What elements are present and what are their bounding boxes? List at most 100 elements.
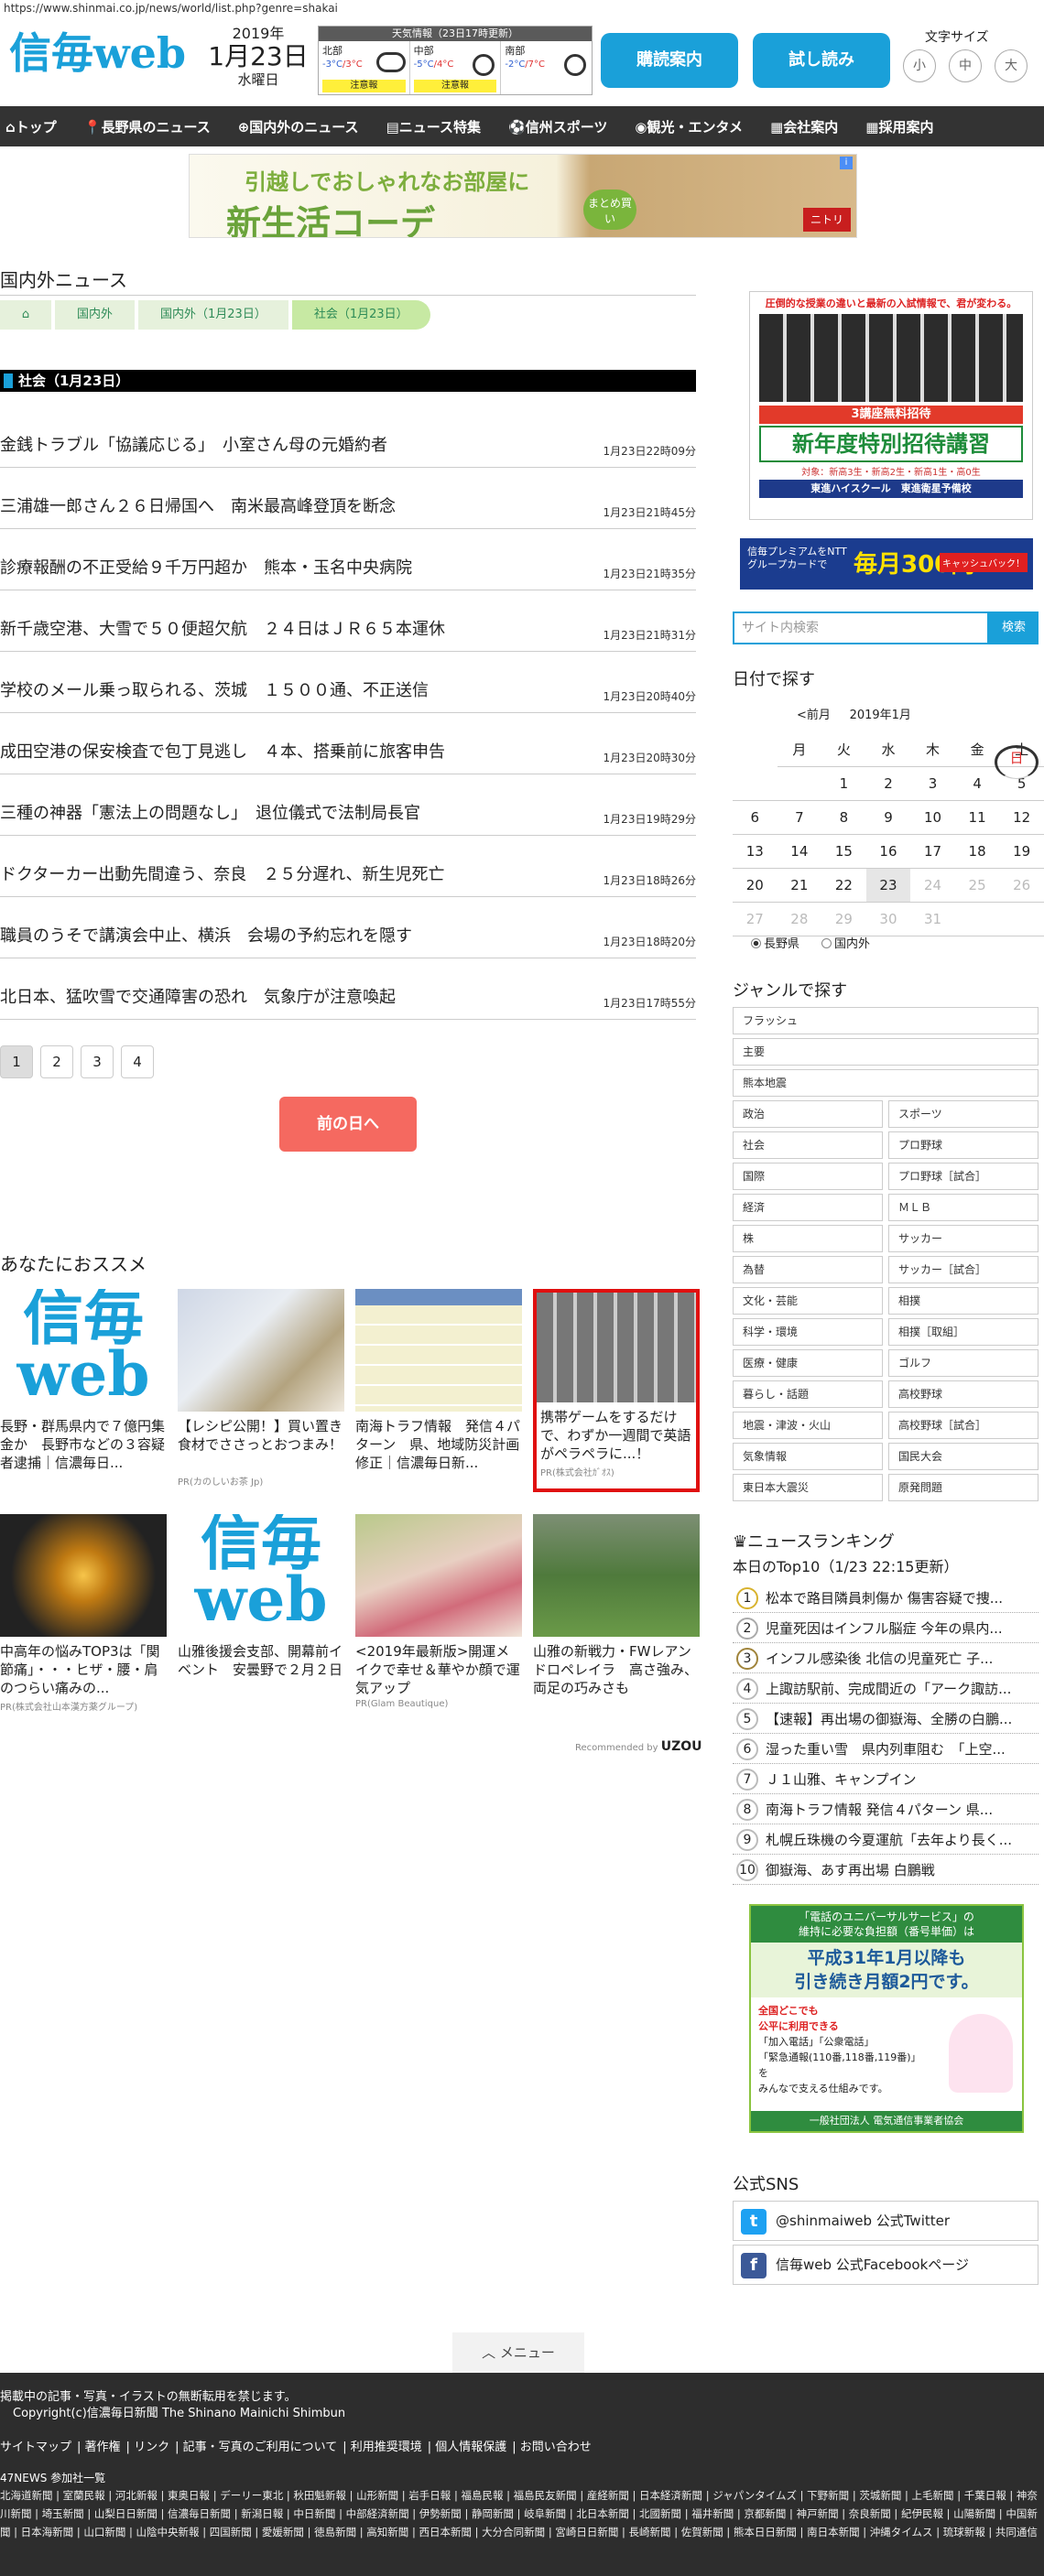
genre-link[interactable]: 文化・芸能 bbox=[733, 1287, 883, 1315]
radio-nagano[interactable]: 長野県 bbox=[751, 934, 799, 951]
genre-link[interactable]: 気象情報 bbox=[733, 1443, 883, 1470]
news-item[interactable]: 診療報酬の不正受給９千万円超か 熊本・玉名中央病院 1月23日21時35分 bbox=[0, 529, 696, 590]
news-title[interactable]: 学校のメール乗っ取られる、茨城 １５００通、不正送信 bbox=[0, 677, 429, 701]
ranking-title[interactable]: 上諏訪駅前、完成間近の「アーク諏訪... bbox=[766, 1674, 1011, 1703]
card-caption[interactable]: 山雅の新戦力・FWレアンドロペレイラ 高さ強み、両足の巧みさも bbox=[533, 1642, 700, 1697]
weather-widget[interactable]: 天気情報（23日17時更新） 北部 -3°C/3°C 注意報 中部 -5°C/4… bbox=[318, 26, 593, 95]
news-title[interactable]: 成田空港の保安検査で包丁見逃し ４本、搭乗前に旅客申告 bbox=[0, 739, 445, 763]
genre-link[interactable]: 株 bbox=[733, 1225, 883, 1252]
calendar-day[interactable]: 18 bbox=[954, 834, 1000, 869]
sidebar-ad-toshin[interactable]: 圧倒的な授業の違いと最新の入試情報で、君が変わる。 3講座無料招待 新年度特別招… bbox=[749, 291, 1033, 520]
card-caption[interactable]: 中高年の悩みTOP3は「関節痛」・・・ヒザ・腰・肩のつらい痛みの... bbox=[0, 1642, 167, 1697]
calendar-day[interactable]: 12 bbox=[999, 800, 1044, 835]
genre-link[interactable]: 地震・津波・火山 bbox=[733, 1412, 883, 1439]
genre-link[interactable]: ＭＬＢ bbox=[888, 1194, 1039, 1221]
facebook-link[interactable]: f 信毎web 公式Facebookページ bbox=[733, 2245, 1039, 2285]
banner-ad[interactable]: 引越しでおしゃれなお部屋に 新生活コーデ まとめ買い ニトリ i bbox=[189, 154, 857, 238]
calendar-day[interactable]: 8 bbox=[821, 800, 866, 835]
calendar-day[interactable]: 3 bbox=[910, 766, 955, 801]
genre-link[interactable]: プロ野球 bbox=[888, 1131, 1039, 1159]
site-search-input[interactable]: サイト内検索 bbox=[733, 612, 989, 644]
nav-nagano-news[interactable]: 📍長野県のニュース bbox=[84, 117, 211, 136]
nav-tourism[interactable]: ◉観光・エンタメ bbox=[635, 117, 743, 136]
genre-link[interactable]: 為替 bbox=[733, 1256, 883, 1283]
news-item[interactable]: 成田空港の保安検査で包丁見逃し ４本、搭乗前に旅客申告 1月23日20時30分 bbox=[0, 713, 696, 774]
news-title[interactable]: 新千歳空港、大雪で５０便超欠航 ２４日はＪＲ６５本運休 bbox=[0, 616, 445, 640]
recommend-card[interactable]: 山雅の新戦力・FWレアンドロペレイラ 高さ強み、両足の巧みさも bbox=[533, 1514, 700, 1725]
page-3[interactable]: 3 bbox=[81, 1045, 114, 1078]
calendar-day[interactable]: 20 bbox=[733, 868, 778, 903]
news-title[interactable]: 三種の神器「憲法上の問題なし」 退位儀式で法制局長官 bbox=[0, 800, 420, 824]
news-title[interactable]: 三浦雄一郎さん２６日帰国へ 南米最高峰登頂を断念 bbox=[0, 493, 396, 517]
recommended-by[interactable]: Recommended by UZOU bbox=[575, 1739, 702, 1754]
ranking-item[interactable]: 9 札幌丘珠機の今夏運航「去年より長く... bbox=[733, 1825, 1039, 1855]
breadcrumb-item[interactable]: 国内外（1月23日） bbox=[138, 300, 288, 330]
calendar-day[interactable]: 4 bbox=[954, 766, 1000, 801]
footer-link[interactable]: サイトマップ bbox=[0, 2441, 71, 2454]
genre-link[interactable]: 国際 bbox=[733, 1163, 883, 1190]
card-caption[interactable]: 【レシピ公開！】買い置き食材でささっとおつまみ！ bbox=[178, 1417, 344, 1472]
adchoices-icon[interactable]: i bbox=[840, 157, 853, 169]
genre-link[interactable]: サッカー bbox=[888, 1225, 1039, 1252]
news-item[interactable]: 新千歳空港、大雪で５０便超欠航 ２４日はＪＲ６５本運休 1月23日21時31分 bbox=[0, 590, 696, 652]
genre-link[interactable]: 高校野球［試合］ bbox=[888, 1412, 1039, 1439]
genre-link[interactable]: 社会 bbox=[733, 1131, 883, 1159]
genre-link[interactable]: 医療・健康 bbox=[733, 1349, 883, 1377]
sidebar-ad-premium[interactable]: 信毎プレミアムをNTTグループカードで 毎月300円 キャッシュバック！ bbox=[740, 538, 1033, 590]
card-caption[interactable]: 山雅後援会支部、開幕前イベント 安曇野で２月２日 bbox=[178, 1642, 344, 1697]
genre-link[interactable]: 熊本地震 bbox=[733, 1069, 1039, 1097]
calendar-day[interactable]: 1 bbox=[821, 766, 866, 801]
genre-link[interactable]: ゴルフ bbox=[888, 1349, 1039, 1377]
nav-features[interactable]: ▤ニュース特集 bbox=[386, 117, 481, 136]
ranking-title[interactable]: 松本で路目隣員刺傷か 傷害容疑で捜... bbox=[766, 1584, 1003, 1612]
news-title[interactable]: ドクターカー出動先間違う、奈良 ２５分遅れ、新生児死亡 bbox=[0, 861, 444, 885]
genre-link[interactable]: 原発問題 bbox=[888, 1474, 1039, 1501]
page-4[interactable]: 4 bbox=[121, 1045, 154, 1078]
calendar-day-today[interactable]: 23 bbox=[865, 868, 911, 903]
breadcrumb-item[interactable]: 国内外 bbox=[55, 300, 136, 330]
footer-link[interactable]: リンク bbox=[134, 2441, 169, 2454]
calendar-day[interactable]: 14 bbox=[777, 834, 822, 869]
footer-link[interactable]: 著作権 bbox=[85, 2441, 121, 2454]
news-item[interactable]: 職員のうそで講演会中止、横浜 会場の予約忘れを隠す 1月23日18時20分 bbox=[0, 897, 696, 958]
ranking-item[interactable]: 10 御嶽海、あす再出場 白鵬戦 bbox=[733, 1856, 1039, 1885]
news-item[interactable]: 北日本、猛吹雪で交通障害の恐れ 気象庁が注意喚起 1月23日17時55分 bbox=[0, 958, 696, 1020]
news-title[interactable]: 職員のうそで講演会中止、横浜 会場の予約忘れを隠す bbox=[0, 923, 412, 947]
recommend-card[interactable]: 南海トラフ情報 発信４パターン 県、地域防災計画修正｜信濃毎日新... bbox=[355, 1289, 522, 1499]
calendar-day[interactable]: 2 bbox=[865, 766, 911, 801]
footer-link[interactable]: 個人情報保護 bbox=[435, 2441, 506, 2454]
nav-world-news[interactable]: ⊕国内外のニュース bbox=[238, 117, 359, 136]
calendar-day[interactable]: 16 bbox=[865, 834, 911, 869]
page-1[interactable]: 1 bbox=[0, 1045, 33, 1078]
font-size-small-button[interactable]: 小 bbox=[903, 49, 936, 82]
calendar-day[interactable]: 11 bbox=[954, 800, 1000, 835]
footer-link[interactable]: お問い合わせ bbox=[520, 2441, 592, 2454]
twitter-link[interactable]: t @shinmaiweb 公式Twitter bbox=[733, 2201, 1039, 2241]
card-caption[interactable]: 南海トラフ情報 発信４パターン 県、地域防災計画修正｜信濃毎日新... bbox=[355, 1417, 522, 1472]
prev-day-button[interactable]: 前の日へ bbox=[279, 1097, 417, 1152]
recommend-card[interactable]: <2019年最新版>開運メイクで幸せ＆華やか顔で運気アップ PR(Glam Be… bbox=[355, 1514, 522, 1725]
recommend-card[interactable]: 携帯ゲームをするだけで、わずか一週間で英語がペラペラに...！ PR(株式会社ｶ… bbox=[533, 1289, 700, 1492]
nav-company[interactable]: ▦会社案内 bbox=[770, 117, 838, 136]
calendar-day[interactable]: 15 bbox=[821, 834, 866, 869]
genre-link[interactable]: 相撲［取組］ bbox=[888, 1318, 1039, 1346]
card-caption[interactable]: 長野・群馬県内で７億円集金か 長野市などの３容疑者逮捕｜信濃毎日... bbox=[0, 1417, 167, 1472]
subscription-button[interactable]: 購読案内 bbox=[601, 33, 738, 88]
genre-link[interactable]: フラッシュ bbox=[733, 1007, 1039, 1034]
recommend-card[interactable]: 中高年の悩みTOP3は「関節痛」・・・ヒザ・腰・肩のつらい痛みの... PR(株… bbox=[0, 1514, 167, 1725]
genre-link[interactable]: 国民大会 bbox=[888, 1443, 1039, 1470]
nav-sports[interactable]: ⚽信州スポーツ bbox=[508, 117, 607, 136]
news-title[interactable]: 金銭トラブル「協議応じる」 小室さん母の元婚約者 bbox=[0, 432, 387, 456]
font-size-medium-button[interactable]: 中 bbox=[949, 49, 982, 82]
recommend-card[interactable]: 信毎 web 山雅後援会支部、開幕前イベント 安曇野で２月２日 bbox=[178, 1514, 344, 1725]
recommend-card[interactable]: 【レシピ公開！】買い置き食材でささっとおつまみ！ PR(カのしいお茶 Jp) bbox=[178, 1289, 344, 1499]
news-item[interactable]: 金銭トラブル「協議応じる」 小室さん母の元婚約者 1月23日22時09分 bbox=[0, 406, 696, 468]
prev-month-link[interactable]: <前月 bbox=[797, 709, 831, 722]
calendar-day[interactable]: 10 bbox=[910, 800, 955, 835]
ranking-item[interactable]: 7 Ｊ１山雅、キャンプイン bbox=[733, 1765, 1039, 1794]
genre-link[interactable]: 暮らし・話題 bbox=[733, 1380, 883, 1408]
calendar-day[interactable]: 6 bbox=[733, 800, 778, 835]
recommend-card[interactable]: 信毎 web 長野・群馬県内で７億円集金か 長野市などの３容疑者逮捕｜信濃毎日..… bbox=[0, 1289, 167, 1499]
ranking-item[interactable]: 2 児童死因はインフル脳症 今年の県内... bbox=[733, 1614, 1039, 1643]
genre-link[interactable]: プロ野球［試合］ bbox=[888, 1163, 1039, 1190]
